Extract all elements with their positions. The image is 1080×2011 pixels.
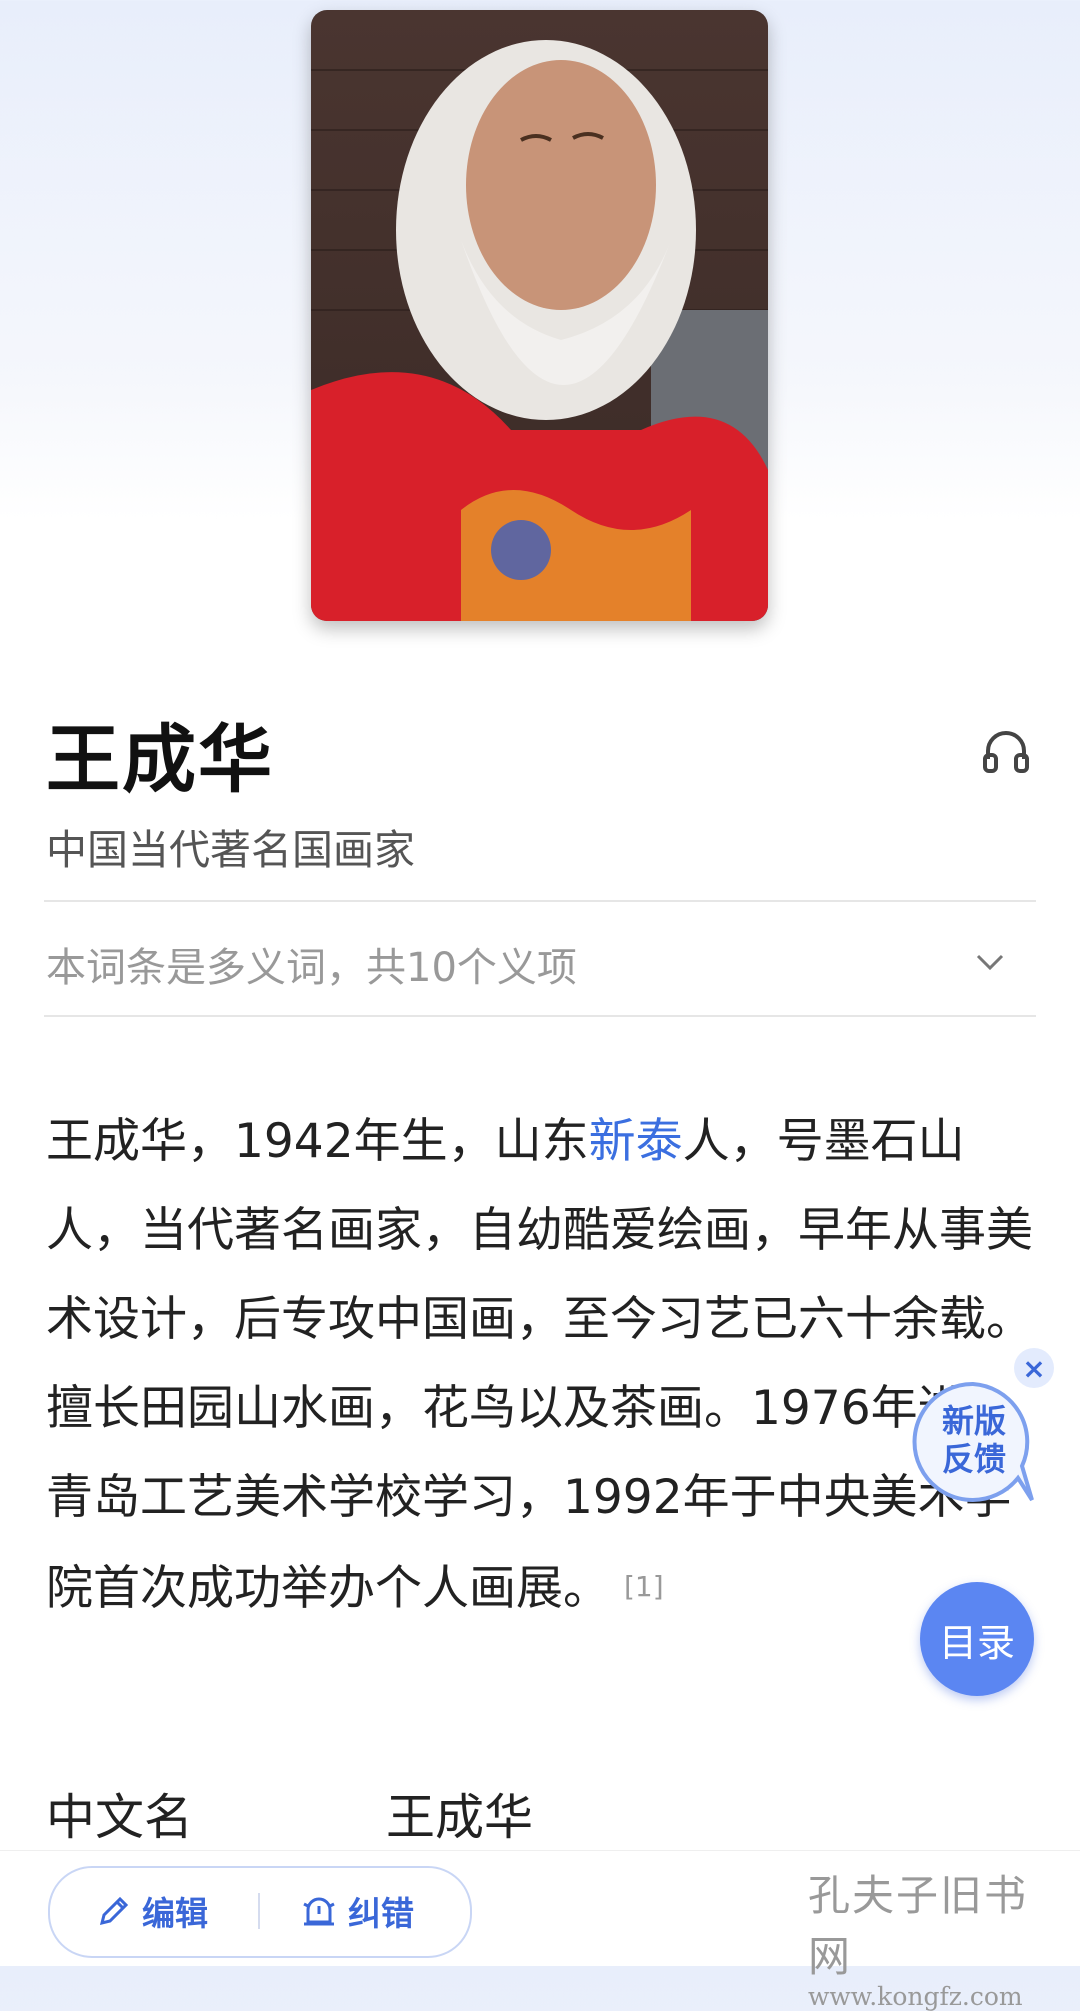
entry-subtitle: 中国当代著名国画家 [46,826,415,874]
polysemy-selector[interactable]: 本词条是多义词，共10个义项 [46,935,577,993]
watermark-url: www.kongfz.com [808,1982,1023,2011]
report-error-button[interactable]: 纠错 [300,1886,414,1936]
headphone-icon[interactable] [980,725,1032,777]
feedback-close-button[interactable]: × [1014,1348,1054,1388]
watermark: 孔夫子旧书网 www.kongfz.com [808,1862,1058,2011]
feedback-line2: 反馈 [941,1440,1006,1478]
divider [44,1015,1036,1017]
summary-text: 人，号墨石山人，当代著名画家，自幼酷爱绘画，早年从事美术设计，后专攻中国画，至今… [46,1114,1033,1616]
watermark-text: 孔夫子旧书网 [808,1871,1029,1981]
info-label-chinese-name: 中文名 [46,1789,194,1846]
report-icon [303,1897,335,1926]
report-label: 纠错 [348,1894,414,1933]
summary-paragraph: 王成华，1942年生，山东新泰人，号墨石山人，当代著名画家，自幼酷爱绘画，早年从… [46,1097,1036,1633]
portrait-image [311,10,768,621]
pill-separator [258,1893,260,1929]
edit-button[interactable]: 编辑 [96,1886,208,1936]
citation-link[interactable]: [1] [624,1570,664,1603]
feedback-line1: 新版 [941,1402,1006,1440]
toc-button[interactable]: 目录 [920,1582,1034,1696]
chevron-down-icon[interactable] [972,944,1008,980]
pencil-icon [99,1896,129,1926]
divider [44,900,1036,902]
edit-label: 编辑 [142,1894,208,1933]
feedback-label[interactable]: 新版 反馈 [924,1402,1024,1478]
page-title: 王成华 [46,717,274,803]
summary-text: 王成华，1942年生，山东 [46,1114,589,1169]
info-value-chinese-name: 王成华 [386,1789,534,1846]
xintai-link[interactable]: 新泰 [589,1114,683,1169]
portrait-photo[interactable] [311,10,768,621]
